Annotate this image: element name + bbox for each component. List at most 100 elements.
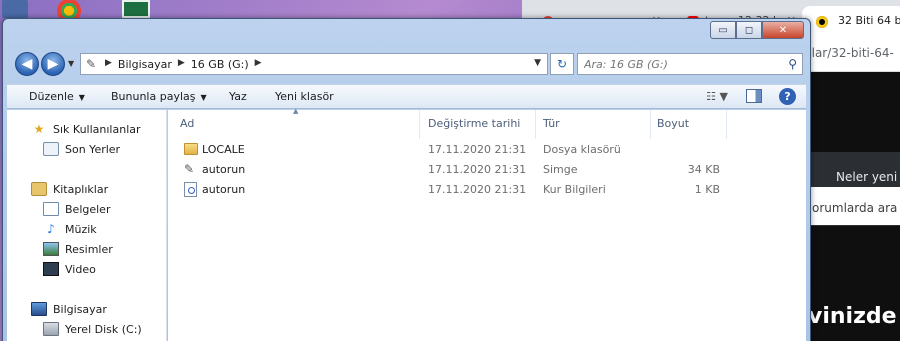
close-button[interactable]: ✕ xyxy=(762,21,804,39)
documents-icon xyxy=(43,202,59,216)
search-input[interactable] xyxy=(584,56,774,72)
refresh-button[interactable]: ↻ xyxy=(550,53,574,75)
share-label: Bununla paylaş xyxy=(111,90,196,103)
breadcrumb: ▶ Bilgisayar ▶ 16 GB (G:) ▶ xyxy=(105,58,262,71)
sidebar-item-recent-places[interactable]: Son Yerler xyxy=(43,140,120,158)
file-row[interactable]: ✎ autorun 17.11.2020 21:31 Simge 34 KB xyxy=(168,160,806,180)
file-type: Simge xyxy=(543,163,578,176)
chevron-down-icon: ▼ xyxy=(78,93,85,102)
forum-search-box[interactable]: orumlarda ara xyxy=(804,187,900,225)
local-disk-icon xyxy=(43,322,59,336)
chrome-shortcut-icon[interactable] xyxy=(54,0,84,18)
ico-file-icon: ✎ xyxy=(184,162,195,176)
preview-pane-icon[interactable] xyxy=(746,89,762,103)
back-button[interactable]: ◀ xyxy=(15,52,39,76)
navigation-pane: ★ Sık Kullanılanlar Son Yerler Kitaplıkl… xyxy=(7,110,167,341)
address-bar[interactable]: ✎ ▶ Bilgisayar ▶ 16 GB (G:) ▶ ▼ xyxy=(80,53,548,75)
desktop-shortcut-icon[interactable] xyxy=(2,0,28,18)
navigation-bar: ◀ ▶ ▼ ✎ ▶ Bilgisayar ▶ 16 GB (G:) ▶ ▼ ↻ … xyxy=(11,52,803,78)
sidebar-item-computer[interactable]: Bilgisayar xyxy=(31,300,107,318)
browser-tab-active[interactable]: 32 Biti 64 bit xyxy=(802,6,900,38)
organize-label: Düzenle xyxy=(29,90,74,103)
page-heading-text: vinizde xyxy=(808,304,897,329)
setup-info-file-icon xyxy=(184,182,197,197)
libraries-icon xyxy=(31,182,47,196)
forum-search-text: orumlarda ara xyxy=(812,201,898,215)
column-headers: ▲ Ad Değiştirme tarihi Tür Boyut xyxy=(168,107,806,139)
chevron-down-icon: ▼ xyxy=(200,93,207,102)
breadcrumb-arrow-icon[interactable]: ▶ xyxy=(105,58,112,71)
browser-page-content: Neler yeni orumlarda ara vinizde xyxy=(804,72,900,341)
sidebar-item-label: Belgeler xyxy=(65,202,111,216)
breadcrumb-arrow-icon[interactable]: ▶ xyxy=(178,58,185,71)
organize-button[interactable]: Düzenle ▼ xyxy=(29,90,85,103)
file-size: 1 KB xyxy=(694,183,720,196)
burn-button[interactable]: Yaz xyxy=(229,90,247,103)
file-modified: 17.11.2020 21:31 xyxy=(428,163,527,176)
explorer-window: ▭ ◻ ✕ ◀ ▶ ▼ ✎ ▶ Bilgisayar ▶ 16 GB (G:) … xyxy=(2,18,811,341)
excel-shortcut-icon[interactable] xyxy=(122,0,150,18)
window-caption-buttons: ▭ ◻ ✕ xyxy=(710,21,804,39)
file-row[interactable]: LOCALE 17.11.2020 21:31 Dosya klasörü xyxy=(168,140,806,160)
file-type: Kur Bilgileri xyxy=(543,183,606,196)
column-header-type[interactable]: Tür xyxy=(543,117,560,130)
sidebar-item-label: Son Yerler xyxy=(65,142,121,156)
pictures-icon xyxy=(43,242,59,256)
sidebar-item-label: Müzik xyxy=(65,222,97,236)
drive-icon: ✎ xyxy=(86,57,97,71)
browser-tab-label: 32 Biti 64 bit xyxy=(838,14,900,27)
sidebar-item-label: Bilgisayar xyxy=(53,302,107,316)
breadcrumb-computer[interactable]: Bilgisayar xyxy=(118,58,172,71)
search-box[interactable]: ⚲ xyxy=(577,53,803,75)
sidebar-item-label: Yerel Disk (C:) xyxy=(65,322,142,336)
whats-new-link[interactable]: Neler yeni xyxy=(836,170,897,184)
sidebar-item-label: Resimler xyxy=(65,242,113,256)
computer-icon xyxy=(31,302,47,316)
help-icon[interactable]: ? xyxy=(779,88,796,105)
sidebar-item-label: Kitaplıklar xyxy=(53,182,109,196)
star-icon: ★ xyxy=(33,122,45,136)
file-modified: 17.11.2020 21:31 xyxy=(428,183,527,196)
column-divider[interactable] xyxy=(535,110,536,139)
sidebar-item-music[interactable]: ♪ Müzik xyxy=(43,220,97,238)
column-header-name[interactable]: Ad xyxy=(180,117,194,130)
browser-url-text: ular/32-biti-64- xyxy=(804,46,894,60)
breadcrumb-arrow-icon[interactable]: ▶ xyxy=(255,58,262,71)
file-size: 34 KB xyxy=(687,163,720,176)
folder-icon xyxy=(184,143,198,155)
site-favicon-icon xyxy=(816,16,828,28)
file-name: autorun xyxy=(202,163,246,176)
minimize-button[interactable]: ▭ xyxy=(710,21,736,39)
address-dropdown-icon[interactable]: ▼ xyxy=(534,58,541,68)
recent-pages-dropdown-icon[interactable]: ▼ xyxy=(68,59,74,68)
music-note-icon: ♪ xyxy=(47,222,55,236)
sidebar-item-label: Sık Kullanılanlar xyxy=(53,122,141,136)
file-name: autorun xyxy=(202,183,246,196)
share-with-button[interactable]: Bununla paylaş ▼ xyxy=(111,90,207,103)
column-header-size[interactable]: Boyut xyxy=(657,117,689,130)
column-divider[interactable] xyxy=(650,110,651,139)
command-bar: Düzenle ▼ Bununla paylaş ▼ Yaz Yeni klasör… xyxy=(7,84,806,109)
recent-places-icon xyxy=(43,142,59,156)
sidebar-item-local-disk[interactable]: Yerel Disk (C:) xyxy=(43,320,142,338)
sidebar-item-documents[interactable]: Belgeler xyxy=(43,200,110,218)
sidebar-item-pictures[interactable]: Resimler xyxy=(43,240,113,258)
file-type: Dosya klasörü xyxy=(543,143,621,156)
sidebar-item-label: Video xyxy=(65,262,96,276)
video-icon xyxy=(43,262,59,276)
change-view-icon[interactable]: ☷ ▼ xyxy=(706,90,728,103)
column-divider[interactable] xyxy=(419,110,420,139)
file-row[interactable]: autorun 17.11.2020 21:31 Kur Bilgileri 1… xyxy=(168,180,806,200)
file-modified: 17.11.2020 21:31 xyxy=(428,143,527,156)
breadcrumb-drive[interactable]: 16 GB (G:) xyxy=(191,58,249,71)
sidebar-item-videos[interactable]: Video xyxy=(43,260,96,278)
forward-button[interactable]: ▶ xyxy=(41,52,65,76)
new-folder-button[interactable]: Yeni klasör xyxy=(275,90,334,103)
sidebar-item-favorites[interactable]: ★ Sık Kullanılanlar xyxy=(31,120,141,138)
sort-arrow-icon: ▲ xyxy=(293,107,299,115)
search-icon[interactable]: ⚲ xyxy=(788,57,797,71)
sidebar-item-libraries[interactable]: Kitaplıklar xyxy=(31,180,108,198)
column-header-modified[interactable]: Değiştirme tarihi xyxy=(428,117,520,130)
column-divider[interactable] xyxy=(726,110,727,139)
maximize-button[interactable]: ◻ xyxy=(736,21,762,39)
